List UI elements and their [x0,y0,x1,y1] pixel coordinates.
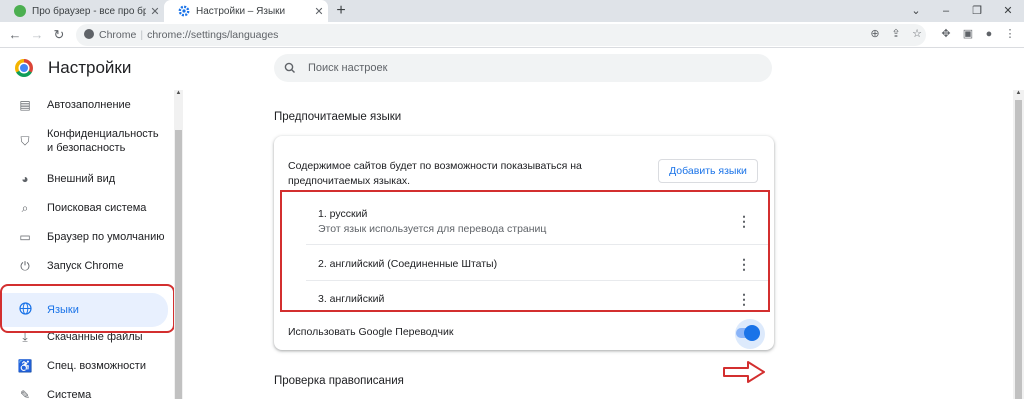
tab-title: Про браузер - все про браузеры [32,5,146,17]
close-tab-icon[interactable]: ✕ [310,5,328,18]
sidebar-item-default-browser[interactable]: ▭ Браузер по умолчанию [0,228,168,246]
sidebar-item-label: Конфиденциальность и безопасность [47,128,159,154]
maximize-button[interactable]: ❐ [961,0,993,22]
shield-icon: ⛉ [20,133,30,148]
accessibility-icon: ♿ [17,359,33,373]
language-list-highlight-frame [280,190,770,312]
sidebar-item-label: Браузер по умолчанию [47,231,165,243]
chrome-site-icon [84,29,94,39]
tab-strip: Про браузер - все про браузеры ✕ Настрой… [0,0,1024,22]
wrench-icon: ✎ [19,388,31,402]
tab-search-chevron-icon[interactable]: ⌄ [900,0,932,22]
minimize-button[interactable]: – [930,0,962,22]
extensions-puzzle-icon[interactable]: ✥ [938,26,954,42]
search-icon: ⌕ [21,200,29,215]
site-label: Chrome [99,29,137,41]
page-scrollbar[interactable]: ▲ [1013,90,1024,399]
toolbar: ← → ↻ Chrome | chrome://settings/languages… [0,22,1024,48]
sidebar-item-label: Автозаполнение [47,99,131,111]
sidebar-item-privacy[interactable]: ⛉ Конфиденциальность и безопасность [0,126,168,156]
address-bar[interactable]: Chrome | chrome://settings/languages [76,24,926,46]
bookmark-star-icon[interactable]: ☆ [909,26,925,42]
clipboard-icon: ▤ [19,98,31,112]
close-window-button[interactable]: ✕ [992,0,1024,22]
page-title: Настройки [48,58,132,77]
settings-sidebar: ▤ Автозаполнение ⛉ Конфиденциальность и … [0,90,174,402]
sidebar-item-accessibility[interactable]: ♿ Спец. возможности [0,357,168,375]
power-icon: ⏻ [20,258,30,273]
search-placeholder: Поиск настроек [308,62,388,74]
spellcheck-heading: Проверка правописания [274,375,404,387]
forward-arrow-icon[interactable]: → [28,26,46,44]
sidebar-scrollbar[interactable]: ▲ [174,90,183,399]
close-tab-icon[interactable]: ✕ [146,5,164,18]
url-text: chrome://settings/languages [147,29,279,41]
share-icon[interactable]: ⇪ [888,26,904,42]
sidebar-item-on-startup[interactable]: ⏻ Запуск Chrome [0,257,168,275]
profile-avatar-icon[interactable]: ● [981,26,997,42]
sidebar-item-label: Спец. возможности [47,360,146,372]
sidebar-item-system[interactable]: ✎ Система [0,386,168,404]
page-scrollbar-thumb[interactable] [1015,100,1022,399]
tab-title: Настройки – Языки [196,5,286,17]
palette-icon: ◕ [21,172,29,186]
toggle-knob[interactable] [744,325,760,341]
search-icon [284,54,296,92]
settings-gear-icon [178,5,190,17]
sidebar-item-autofill[interactable]: ▤ Автозаполнение [0,96,168,114]
preferred-languages-heading: Предпочитаемые языки [274,111,402,123]
tab-settings-languages[interactable]: Настройки – Языки ✕ [164,0,328,22]
chrome-logo-icon [15,59,33,77]
scroll-up-arrow-icon[interactable]: ▲ [1013,90,1024,96]
settings-search-input[interactable]: Поиск настроек [274,54,772,82]
menu-kebab-icon[interactable]: ⋮ [1002,26,1018,42]
sidebar-item-label: Поисковая система [47,202,147,214]
sidebar-item-label: Запуск Chrome [47,260,124,272]
reload-icon[interactable]: ↻ [50,26,68,44]
languages-description: Содержимое сайтов будет по возможности п… [288,160,582,187]
sidebar-item-search-engine[interactable]: ⌕ Поисковая система [0,199,168,217]
sidebar-scrollbar-thumb[interactable] [175,130,182,399]
pointer-arrow-icon [723,361,765,383]
add-languages-button[interactable]: Добавить языки [658,159,758,183]
zoom-icon[interactable]: ⊕ [867,26,883,42]
new-tab-button[interactable]: + [332,2,350,20]
sidebar-item-label: Система [47,389,92,401]
sidebar-item-label: Внешний вид [47,173,116,185]
side-panel-icon[interactable]: ▣ [960,26,976,42]
google-translate-label: Использовать Google Переводчик [288,326,454,338]
tab-pro-browser[interactable]: Про браузер - все про браузеры ✕ [0,0,164,22]
browser-icon: ▭ [19,230,31,244]
separator: | [140,29,144,41]
site-favicon-icon [14,5,26,17]
scroll-up-arrow-icon[interactable]: ▲ [174,90,183,96]
back-arrow-icon[interactable]: ← [6,26,24,44]
languages-highlight-frame [0,284,175,333]
sidebar-item-appearance[interactable]: ◕ Внешний вид [0,170,168,188]
